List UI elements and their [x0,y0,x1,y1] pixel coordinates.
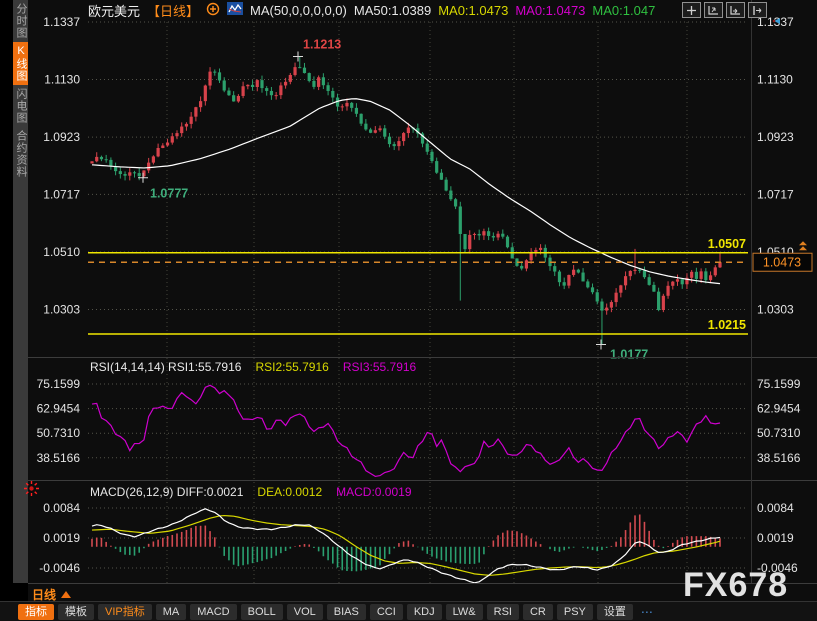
left-sidebar: 分时图 K线图 闪电图 合约资料 [0,0,28,601]
tab-settings[interactable]: 设置 [597,604,633,620]
svg-text:0.0084: 0.0084 [43,501,80,515]
svg-text:1.1130: 1.1130 [44,73,80,87]
macd-value: MACD:0.0019 [336,485,411,499]
svg-text:1.1213: 1.1213 [303,37,341,51]
indicator-chart-icon[interactable] [227,2,243,18]
dea-value: DEA:0.0012 [257,485,322,499]
svg-text:1.0215: 1.0215 [708,318,746,332]
tab-kdj[interactable]: KDJ [407,604,442,620]
svg-text:0.0084: 0.0084 [757,501,794,515]
svg-text:1.0507: 1.0507 [708,237,746,251]
period-tag: 【日线】 [147,1,199,20]
svg-text:1.0177: 1.0177 [610,348,648,362]
svg-text:50.7310: 50.7310 [757,426,801,440]
svg-text:1.0303: 1.0303 [43,303,80,317]
rsi3-value: RSI3:55.7916 [343,360,416,374]
svg-text:1.0717: 1.0717 [757,187,794,201]
axis-shift-button[interactable] [726,2,745,18]
rsi-params-label: RSI(14,14,14) RSI1:55.7916 [90,360,241,374]
svg-text:1.0510: 1.0510 [43,245,80,259]
tab-cci[interactable]: CCI [370,604,403,620]
svg-text:0.0019: 0.0019 [757,531,794,545]
axis-scale-button[interactable] [704,2,723,18]
tab-rsi[interactable]: RSI [487,604,519,620]
svg-text:1.0923: 1.0923 [757,130,794,144]
toolbar-overflow-dots[interactable]: ⋯ [641,605,655,619]
svg-text:38.5166: 38.5166 [37,451,81,465]
ma0-green-value: MA0:1.047 [592,3,655,18]
scroll-latest-icon[interactable] [772,12,781,30]
svg-text:1.0473: 1.0473 [763,256,801,270]
tab-vip-indicator[interactable]: VIP指标 [98,604,152,620]
tab-vol[interactable]: VOL [287,604,323,620]
tab-bias[interactable]: BIAS [327,604,366,620]
svg-text:62.9454: 62.9454 [37,402,81,416]
svg-text:0.0019: 0.0019 [43,531,80,545]
ma-settings-label: MA(50,0,0,0,0,0) [250,3,347,18]
svg-text:75.1599: 75.1599 [37,377,81,391]
tab-boll[interactable]: BOLL [241,604,283,620]
tab-indicator[interactable]: 指标 [18,604,54,620]
svg-text:-0.0046: -0.0046 [39,561,80,575]
add-indicator-icon[interactable] [206,2,220,19]
rsi-header: RSI(14,14,14) RSI1:55.7916 RSI2:55.7916 … [90,360,416,374]
macd-params-label: MACD(26,12,9) DIFF:0.0021 [90,485,243,499]
svg-text:1.0717: 1.0717 [43,187,80,201]
tab-lw[interactable]: LW& [446,604,483,620]
chevron-up-icon [61,591,71,598]
tab-cr[interactable]: CR [523,604,553,620]
svg-text:1.0923: 1.0923 [43,130,80,144]
sidebar-item-flash-chart[interactable]: 闪电图 [13,85,28,127]
app-window: 1.05071.02151.12131.07771.01771.13371.13… [0,0,817,621]
alert-burst-icon[interactable] [23,480,40,502]
chart-toolbar [682,2,781,30]
symbol-title: 欧元美元 [88,1,140,20]
ma50-value: MA50:1.0389 [354,3,431,18]
svg-text:1.1337: 1.1337 [43,15,80,29]
panel-layout-button[interactable] [748,2,767,18]
svg-text:62.9454: 62.9454 [757,402,801,416]
svg-text:1.1130: 1.1130 [757,73,793,87]
macd-header: MACD(26,12,9) DIFF:0.0021 DEA:0.0012 MAC… [90,485,412,499]
svg-text:1.0777: 1.0777 [150,187,188,201]
svg-text:38.5166: 38.5166 [757,451,801,465]
tab-psy[interactable]: PSY [557,604,593,620]
tab-macd[interactable]: MACD [190,604,236,620]
svg-text:75.1599: 75.1599 [757,377,801,391]
tab-ma[interactable]: MA [156,604,187,620]
tab-template[interactable]: 模板 [58,604,94,620]
chart-header: 欧元美元 【日线】 MA(50,0,0,0,0,0) MA50:1.0389 M… [88,2,655,18]
macd-plot [92,509,720,583]
crosshair-tool-button[interactable] [682,2,701,18]
svg-text:50.7310: 50.7310 [37,426,81,440]
rsi-plot [92,385,720,476]
rsi2-value: RSI2:55.7916 [255,360,328,374]
watermark: FX678 [683,566,788,605]
annotations: 1.1213 1.0777 1.0177 [138,37,648,361]
sidebar-item-time-chart[interactable]: 分时图 [13,0,28,42]
ma0-magenta-value: MA0:1.0473 [515,3,585,18]
sidebar-item-contract-info[interactable]: 合约资料 [13,127,28,181]
svg-text:1.0303: 1.0303 [757,303,794,317]
sidebar-item-kline-chart[interactable]: K线图 [13,42,28,85]
ma0-yellow-value: MA0:1.0473 [438,3,508,18]
